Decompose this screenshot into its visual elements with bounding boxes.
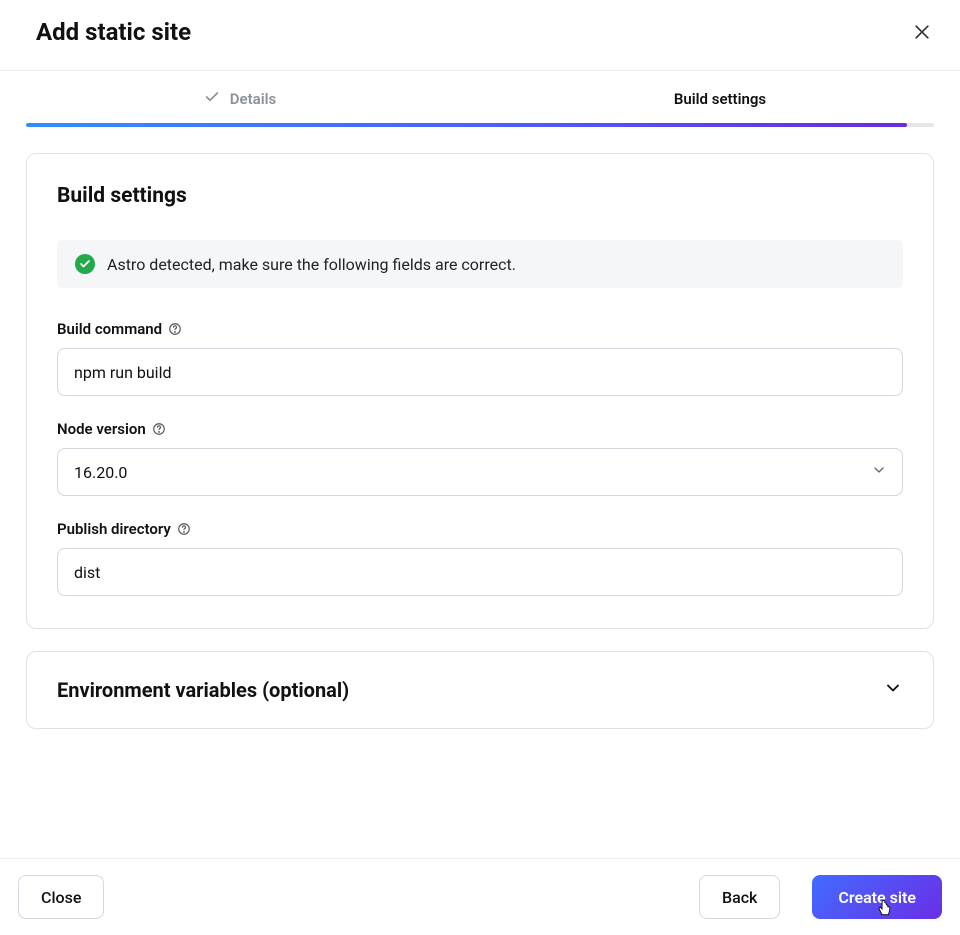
stepper: Details Build settings bbox=[0, 71, 960, 123]
dialog-footer: Close Back Create site bbox=[0, 858, 960, 935]
build-settings-card: Build settings Astro detected, make sure… bbox=[26, 153, 934, 629]
help-icon[interactable] bbox=[168, 322, 182, 336]
chevron-down-icon bbox=[883, 678, 903, 702]
publish-directory-field: Publish directory bbox=[57, 520, 903, 596]
footer-right: Back Create site bbox=[699, 875, 942, 919]
build-command-field: Build command bbox=[57, 320, 903, 396]
detection-notice: Astro detected, make sure the following … bbox=[57, 240, 903, 288]
content: Build settings Astro detected, make sure… bbox=[0, 127, 960, 729]
node-version-select-wrapper: 16.20.0 bbox=[57, 448, 903, 496]
help-icon[interactable] bbox=[177, 522, 191, 536]
check-circle-icon bbox=[75, 254, 95, 274]
step-build-settings[interactable]: Build settings bbox=[480, 71, 960, 123]
step-details[interactable]: Details bbox=[0, 71, 480, 123]
back-button[interactable]: Back bbox=[699, 875, 780, 919]
env-vars-card[interactable]: Environment variables (optional) bbox=[26, 651, 934, 729]
step-label: Build settings bbox=[674, 90, 766, 108]
node-version-select[interactable]: 16.20.0 bbox=[57, 448, 903, 496]
field-label: Publish directory bbox=[57, 520, 903, 538]
publish-directory-input[interactable] bbox=[57, 548, 903, 596]
dialog-header: Add static site bbox=[0, 0, 960, 71]
help-icon[interactable] bbox=[152, 422, 166, 436]
field-label: Node version bbox=[57, 420, 903, 438]
progress-fill bbox=[26, 123, 907, 127]
env-vars-title: Environment variables (optional) bbox=[57, 678, 349, 702]
notice-text: Astro detected, make sure the following … bbox=[107, 255, 516, 274]
create-site-button[interactable]: Create site bbox=[812, 875, 942, 919]
card-title: Build settings bbox=[57, 184, 903, 208]
close-icon[interactable] bbox=[912, 22, 932, 42]
check-icon bbox=[204, 89, 220, 109]
field-label: Build command bbox=[57, 320, 903, 338]
step-label: Details bbox=[230, 90, 276, 108]
node-version-field: Node version 16.20.0 bbox=[57, 420, 903, 496]
close-button[interactable]: Close bbox=[18, 875, 104, 919]
progress-bar bbox=[26, 123, 934, 127]
dialog-title: Add static site bbox=[36, 18, 191, 46]
build-command-input[interactable] bbox=[57, 348, 903, 396]
